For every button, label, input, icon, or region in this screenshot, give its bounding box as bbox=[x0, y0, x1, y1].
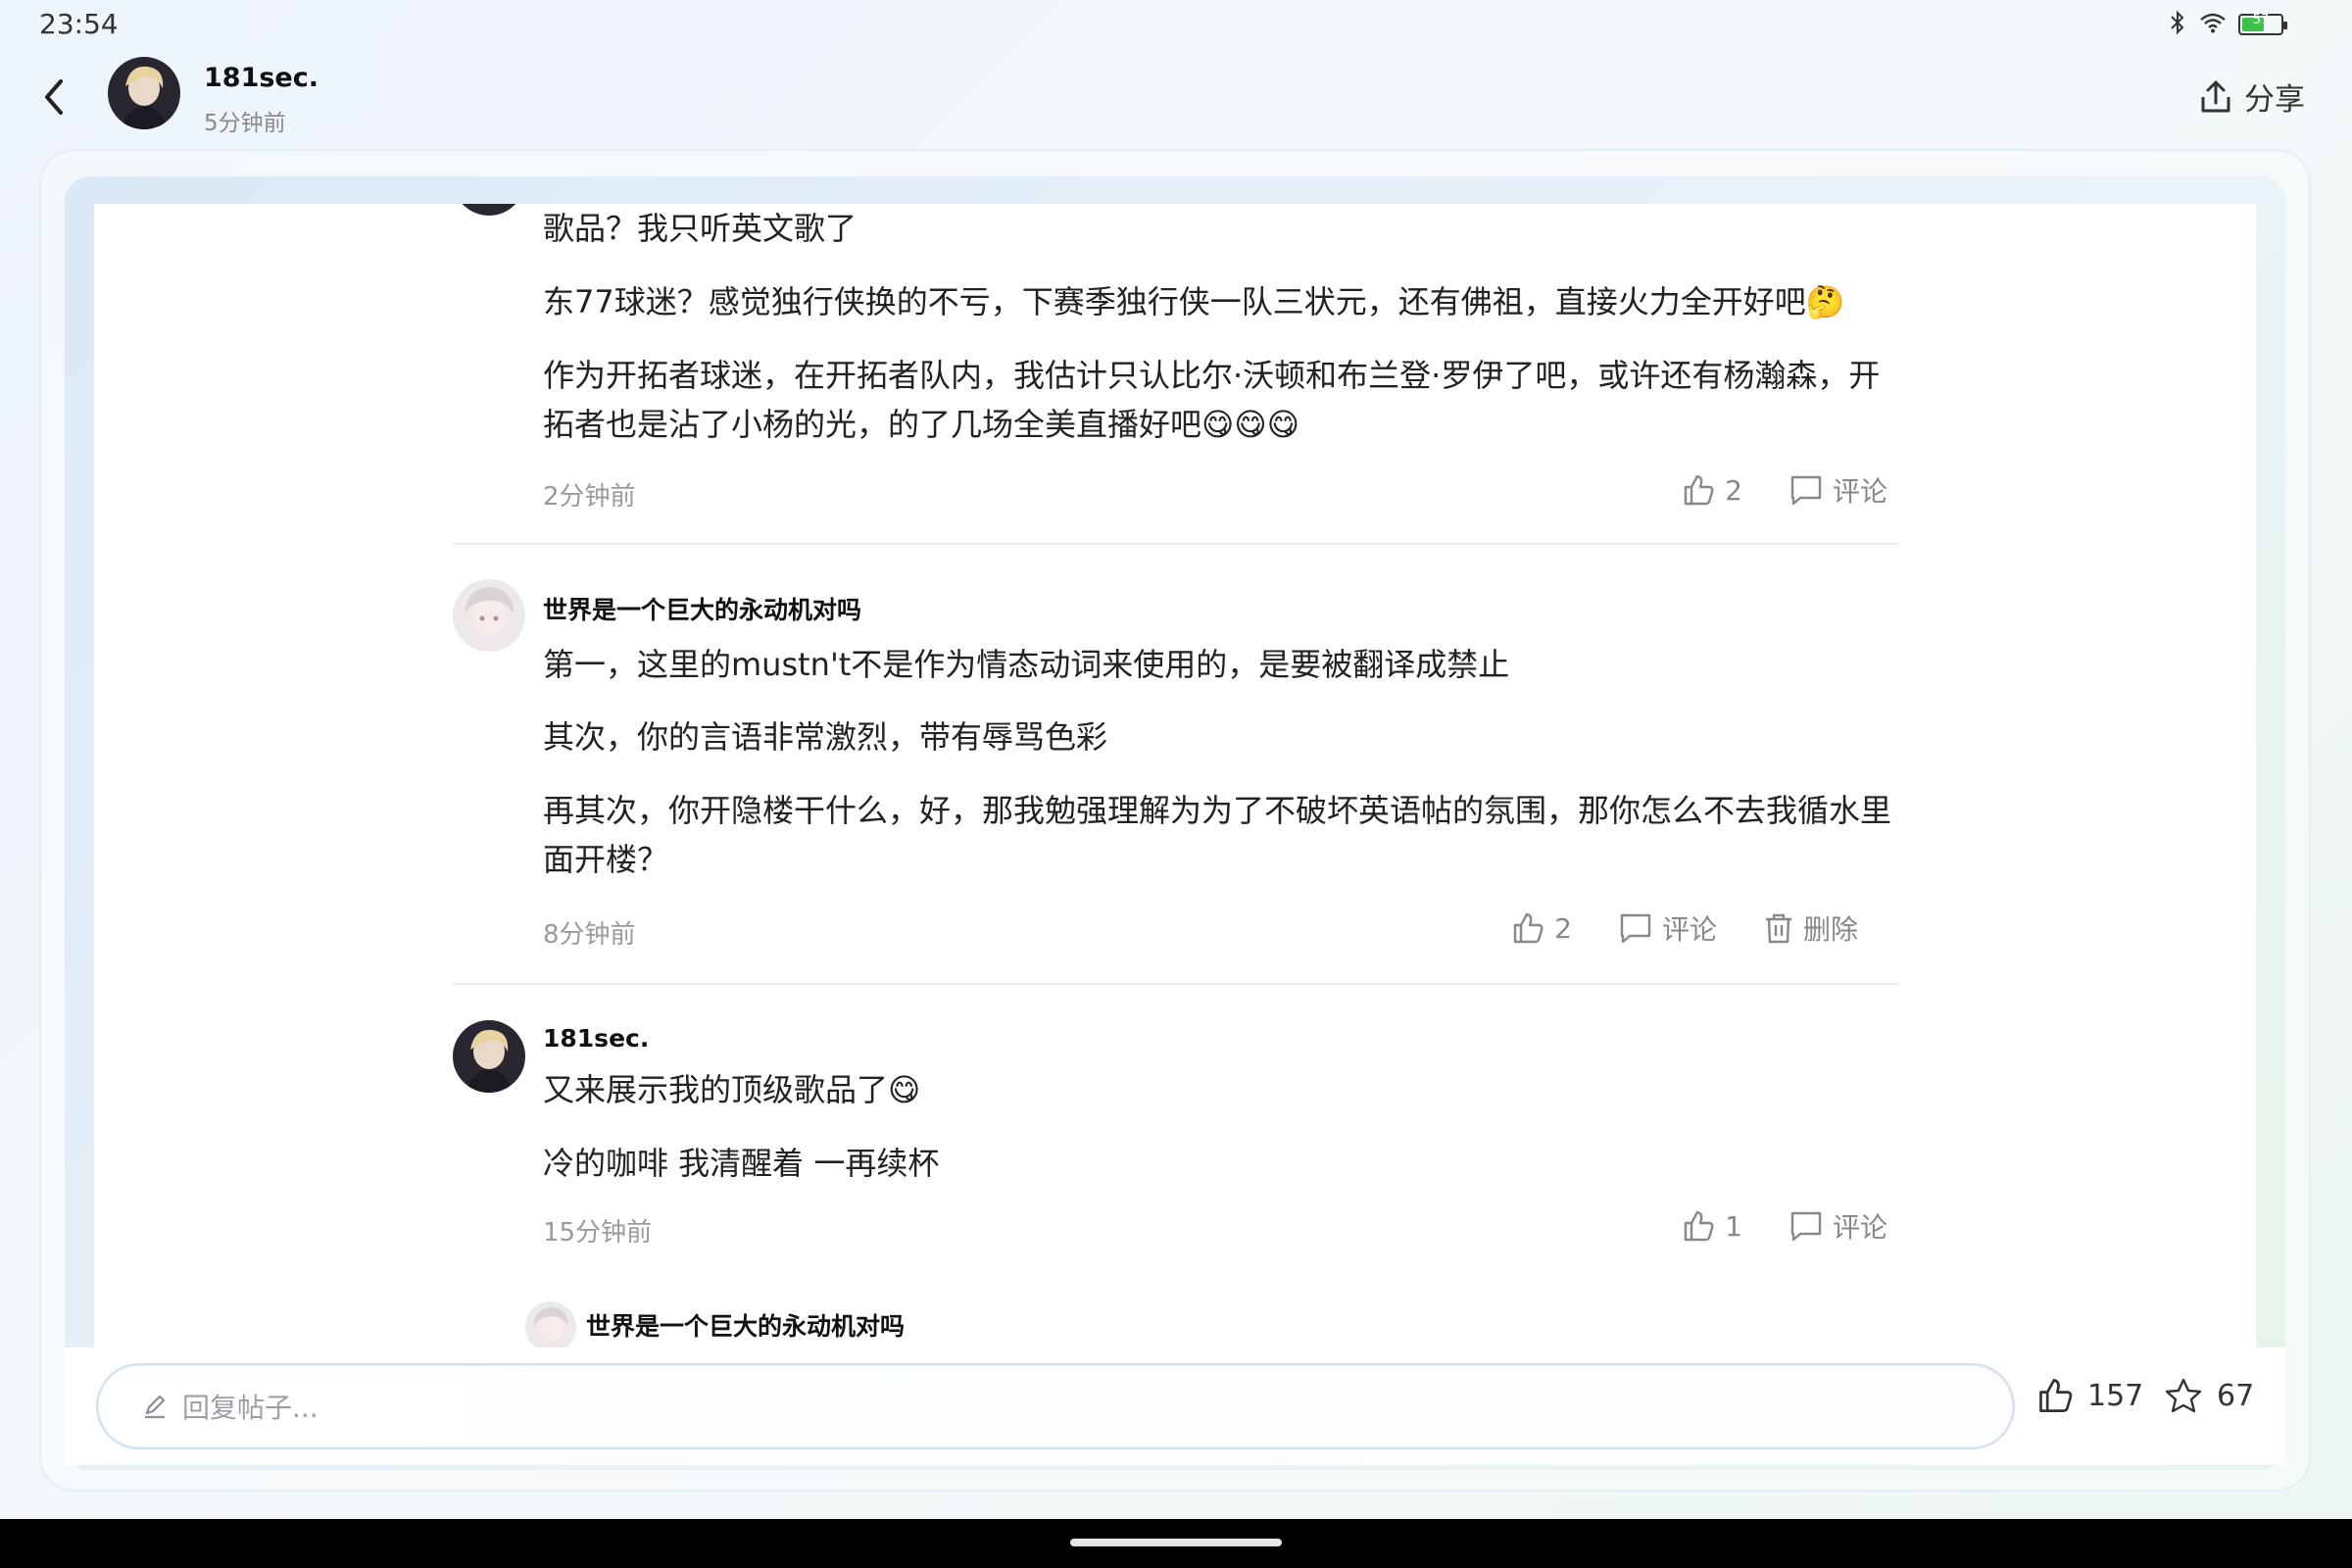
thumbs-up-icon bbox=[1684, 474, 1714, 506]
comment-text: 作为开拓者球迷，在开拓者队内，我估计只认比尔·沃顿和布兰登·罗伊了吧，或许还有杨… bbox=[543, 357, 1881, 394]
status-time: 23:54 bbox=[39, 8, 119, 40]
comment-icon bbox=[1790, 475, 1822, 506]
bluetooth-icon bbox=[2168, 10, 2187, 39]
comment-icon bbox=[1620, 913, 1651, 944]
replier-avatar[interactable] bbox=[525, 1301, 576, 1348]
thumbs-up-icon bbox=[1684, 1210, 1714, 1242]
commenter-avatar[interactable] bbox=[453, 579, 525, 652]
replier-name[interactable]: 世界是一个巨大的永动机对吗 bbox=[586, 1307, 905, 1343]
comment-text: 面开楼？ bbox=[543, 841, 669, 878]
commenter-avatar[interactable] bbox=[453, 1020, 525, 1093]
like-button[interactable]: 2 bbox=[1511, 911, 1572, 945]
favorite-count: 67 bbox=[2217, 1378, 2255, 1413]
wifi-icon bbox=[2199, 12, 2227, 37]
comment-label: 评论 bbox=[1661, 913, 1717, 946]
comment-divider bbox=[453, 983, 1899, 985]
status-icons: 57 bbox=[2168, 10, 2287, 39]
comment-text: 又来展示我的顶级歌品了😋 bbox=[543, 1071, 921, 1108]
comment-label: 评论 bbox=[1832, 475, 1887, 508]
comment-text: 其次，你的言语非常激烈，带有辱骂色彩 bbox=[543, 718, 1108, 756]
system-nav-bar bbox=[0, 1519, 2352, 1568]
pencil-icon bbox=[145, 1395, 166, 1419]
comment-button[interactable]: 评论 bbox=[1789, 470, 1887, 510]
share-button[interactable]: 分享 bbox=[2199, 74, 2305, 119]
delete-button[interactable]: 删除 bbox=[1764, 908, 1858, 948]
star-icon bbox=[2165, 1378, 2202, 1413]
share-icon bbox=[2201, 80, 2230, 112]
author-name[interactable]: 181sec. bbox=[204, 63, 318, 93]
post-like-button[interactable]: 157 bbox=[2036, 1377, 2143, 1414]
reply-input[interactable]: 回复帖子... bbox=[96, 1363, 2015, 1449]
chevron-left-icon bbox=[45, 79, 63, 115]
commenter-avatar[interactable] bbox=[453, 204, 525, 216]
comment-time: 2分钟前 bbox=[543, 482, 636, 512]
battery-icon: 57 bbox=[2238, 13, 2287, 35]
comment-button[interactable]: 评论 bbox=[1789, 1206, 1887, 1246]
comment-text: 再其次，你开隐楼干什么，好，那我勉强理解为为了不破坏英语帖的氛围，那你怎么不去我… bbox=[543, 792, 1892, 829]
comment-time: 15分钟前 bbox=[543, 1218, 653, 1248]
author-avatar[interactable] bbox=[108, 57, 180, 129]
comment-text: 歌品？我只听英文歌了 bbox=[543, 210, 858, 247]
like-button[interactable]: 1 bbox=[1682, 1209, 1742, 1243]
thumbs-up-icon bbox=[2039, 1379, 2073, 1412]
comment-actions: 2 评论 bbox=[1682, 470, 1887, 510]
favorite-button[interactable]: 67 bbox=[2164, 1377, 2254, 1414]
comment-time: 8分钟前 bbox=[543, 920, 636, 950]
thumbs-up-icon bbox=[1513, 912, 1544, 944]
comment-label: 评论 bbox=[1832, 1211, 1887, 1244]
post-like-count: 157 bbox=[2087, 1378, 2144, 1413]
comment-text: 东77球迷？感觉独行侠换的不亏，下赛季独行侠一队三状元，还有佛祖，直接火力全开好… bbox=[543, 283, 1845, 320]
comment-text: 冷的咖啡 我清醒着 一再续杯 bbox=[543, 1145, 940, 1182]
comment-text: 第一，这里的mustn't不是作为情态动词来使用的，是要被翻译成禁止 bbox=[543, 646, 1510, 683]
share-label: 分享 bbox=[2244, 82, 2305, 118]
like-count: 1 bbox=[1725, 1209, 1742, 1243]
bottom-bar: 回复帖子... 157 67 bbox=[65, 1348, 2285, 1465]
comment-actions: 1 评论 bbox=[1682, 1206, 1887, 1246]
comment-actions: 2 评论 删除 bbox=[1511, 908, 1858, 948]
status-bar: 23:54 57 bbox=[0, 0, 2352, 49]
like-count: 2 bbox=[1725, 473, 1742, 507]
comment-icon bbox=[1790, 1211, 1822, 1242]
commenter-name[interactable]: 181sec. bbox=[543, 1024, 649, 1053]
like-button[interactable]: 2 bbox=[1682, 473, 1742, 507]
home-indicator[interactable] bbox=[1070, 1539, 1282, 1546]
reply-placeholder: 回复帖子... bbox=[182, 1392, 318, 1424]
battery-level: 57 bbox=[2252, 13, 2270, 27]
comment-text: 拓者也是沾了小杨的光，的了几场全美直播好吧😋😋😋 bbox=[543, 406, 1300, 443]
trash-icon bbox=[1765, 913, 1791, 944]
like-count: 2 bbox=[1554, 911, 1572, 945]
delete-label: 删除 bbox=[1802, 913, 1858, 946]
comment-list[interactable]: 歌品？我只听英文歌了 东77球迷？感觉独行侠换的不亏，下赛季独行侠一队三状元，还… bbox=[94, 204, 2256, 1348]
post-time: 5分钟前 bbox=[204, 111, 286, 136]
back-button[interactable] bbox=[33, 74, 73, 121]
comment-button[interactable]: 评论 bbox=[1619, 908, 1717, 948]
comment-divider bbox=[453, 543, 1899, 545]
commenter-name[interactable]: 世界是一个巨大的永动机对吗 bbox=[543, 591, 861, 626]
post-header: 181sec. 5分钟前 分享 bbox=[0, 49, 2352, 147]
